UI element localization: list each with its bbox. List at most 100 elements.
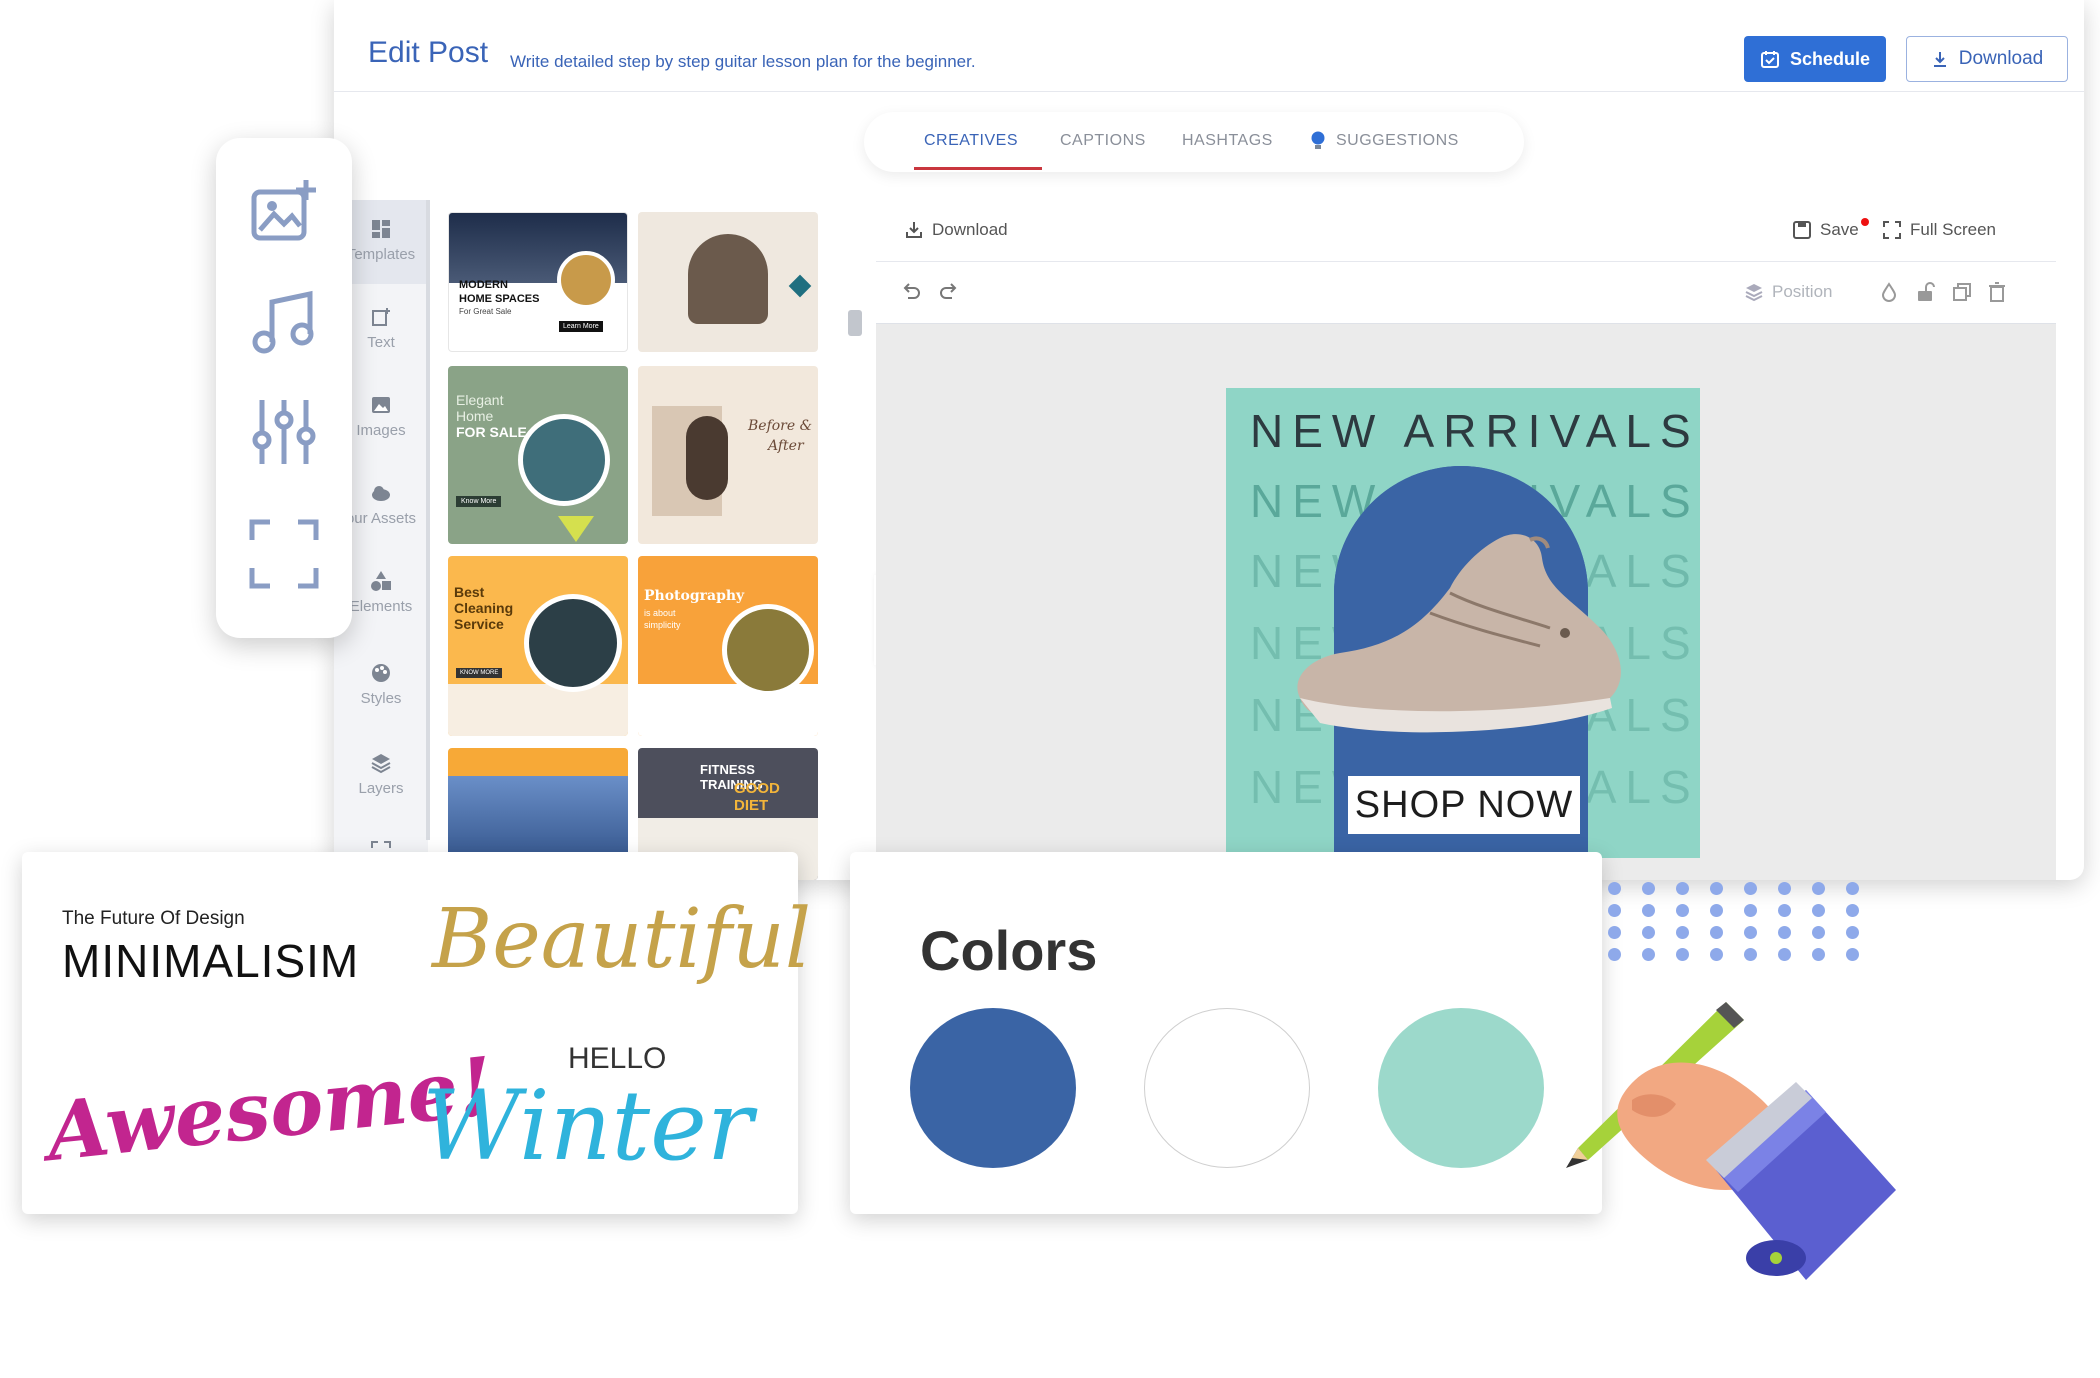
template-card[interactable]: Best Cleaning Service KNOW MORE xyxy=(448,556,628,736)
decor-dot xyxy=(1710,948,1723,961)
decor-dot xyxy=(1744,882,1757,895)
download-button[interactable]: Download xyxy=(1906,36,2068,82)
font-sample-future: The Future Of Design xyxy=(62,908,245,929)
tool-label: Images xyxy=(356,422,406,439)
template-text: Best xyxy=(454,584,485,600)
tool-label: Styles xyxy=(360,690,402,707)
template-text: Before & xyxy=(748,418,813,434)
template-text: simplicity xyxy=(644,620,681,630)
tab-captions[interactable]: CAPTIONS xyxy=(1060,132,1146,150)
template-text: KNOW MORE xyxy=(456,668,503,678)
creative-design[interactable]: NEW ARRIVALS NEW ARRIVALS NEW ARRIVALS N… xyxy=(1226,388,1700,858)
unlock-icon[interactable] xyxy=(1916,282,1936,302)
tab-creatives[interactable]: CREATIVES xyxy=(924,132,1018,150)
templates-panel: MODERN HOME SPACES For Great Sale Learn … xyxy=(430,200,818,880)
template-text: Cleaning xyxy=(454,600,514,616)
active-tab-indicator xyxy=(914,167,1042,170)
download-icon xyxy=(906,222,922,238)
templates-scrollbar[interactable] xyxy=(848,310,862,336)
add-image-icon[interactable] xyxy=(248,178,320,250)
template-text: Learn More xyxy=(559,321,603,332)
save-label: Save xyxy=(1820,220,1859,239)
fonts-card: The Future Of Design MINIMALISIM Beautif… xyxy=(22,852,811,1214)
color-swatch-mint[interactable] xyxy=(1378,1008,1544,1168)
decor-dot xyxy=(1846,904,1859,917)
decor-dot xyxy=(1608,882,1621,895)
decor-dot xyxy=(1846,948,1859,961)
tool-styles[interactable]: Styles xyxy=(334,662,428,707)
fullscreen-label: Full Screen xyxy=(1910,220,1996,239)
template-card[interactable] xyxy=(638,212,818,352)
colors-card: Colors xyxy=(850,852,1602,1214)
decor-dot xyxy=(1676,882,1689,895)
page-title: Edit Post xyxy=(368,36,489,69)
decor-dot xyxy=(1676,948,1689,961)
template-card[interactable]: Before & After xyxy=(638,366,818,544)
template-text: Know More xyxy=(456,496,502,507)
decor-dot xyxy=(1778,904,1791,917)
decor-dot xyxy=(1744,926,1757,939)
page-subtitle: Write detailed step by step guitar lesso… xyxy=(510,52,976,71)
canvas-download-button[interactable]: Download xyxy=(904,220,1008,240)
tab-hashtags[interactable]: HASHTAGS xyxy=(1182,132,1273,150)
tool-layers[interactable]: Layers xyxy=(334,752,428,797)
template-text: FOR SALE xyxy=(456,424,527,440)
fullscreen-button[interactable]: Full Screen xyxy=(1882,220,1996,240)
template-card[interactable]: Elegant Home FOR SALE Know More xyxy=(448,366,628,544)
fullscreen-icon xyxy=(1883,221,1901,239)
music-icon[interactable] xyxy=(248,286,320,358)
canvas-toolbar: Download Save Full Screen xyxy=(876,200,2056,262)
color-swatch-white[interactable] xyxy=(1144,1008,1310,1168)
template-card[interactable]: MODERN HOME SPACES For Great Sale Learn … xyxy=(448,212,628,352)
decor-dot xyxy=(1710,904,1723,917)
save-icon xyxy=(1793,221,1811,239)
redo-icon[interactable] xyxy=(938,282,960,302)
schedule-button[interactable]: Schedule xyxy=(1744,36,1886,82)
layers-icon xyxy=(371,754,391,774)
font-sample-beautiful: Beautiful xyxy=(432,892,812,987)
decor-dot xyxy=(1710,882,1723,895)
template-text: For Great Sale xyxy=(459,307,512,316)
position-button[interactable]: Position xyxy=(1744,282,1832,302)
duplicate-icon[interactable] xyxy=(1952,282,1972,302)
top-bar: Edit Post Write detailed step by step gu… xyxy=(334,0,2084,92)
shop-now-button[interactable]: SHOP NOW xyxy=(1348,776,1580,834)
decor-dot xyxy=(1608,948,1621,961)
tab-suggestions[interactable]: SUGGESTIONS xyxy=(1336,132,1459,150)
tool-label: Layers xyxy=(358,780,404,797)
trash-icon[interactable] xyxy=(1988,282,2006,302)
decor-dot xyxy=(1812,926,1825,939)
template-text: is about xyxy=(644,608,676,618)
decorative-dots xyxy=(1608,882,1868,972)
tab-bar: CREATIVES CAPTIONS HASHTAGS SUGGESTIONS xyxy=(864,112,1524,172)
decor-dot xyxy=(1642,882,1655,895)
layers-icon xyxy=(1745,284,1763,302)
color-swatch-blue[interactable] xyxy=(910,1008,1076,1168)
font-sample-winter: Winter xyxy=(422,1070,753,1182)
decor-dot xyxy=(1710,926,1723,939)
tool-label: Elements xyxy=(349,598,413,615)
template-text: Photography xyxy=(644,588,745,604)
marketing-composition: Edit Post Write detailed step by step gu… xyxy=(0,0,2100,1378)
media-icons-card xyxy=(216,138,352,638)
sliders-icon[interactable] xyxy=(248,396,320,468)
crop-frame-icon[interactable] xyxy=(248,518,320,590)
decor-dot xyxy=(1642,926,1655,939)
download-label: Download xyxy=(1958,48,2044,69)
colors-title: Colors xyxy=(920,919,1098,982)
editor-window: Edit Post Write detailed step by step gu… xyxy=(334,0,2084,880)
decor-dot xyxy=(1676,926,1689,939)
decor-dot xyxy=(1642,948,1655,961)
decor-dot xyxy=(1846,882,1859,895)
template-text: Elegant xyxy=(456,392,504,408)
font-sample-minimalism: MINIMALISIM xyxy=(62,935,360,987)
image-icon xyxy=(372,397,390,413)
tool-label: our Assets xyxy=(345,510,417,527)
template-card[interactable]: Photography is about simplicity xyxy=(638,556,818,736)
decor-dot xyxy=(1812,948,1825,961)
undo-icon[interactable] xyxy=(900,282,922,302)
sneaker-image xyxy=(1297,534,1621,733)
save-button[interactable]: Save xyxy=(1792,218,1875,240)
opacity-icon[interactable] xyxy=(1880,282,1898,302)
decor-dot xyxy=(1812,882,1825,895)
